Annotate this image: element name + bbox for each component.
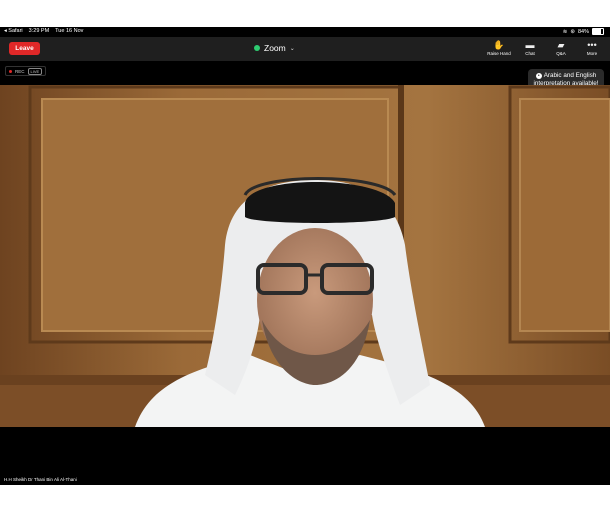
raise-hand-icon: ✋ [493,40,505,50]
meeting-toolbar: Leave Zoom ⌄ ✋ Raise Hand ▬ Chat ▰ Q&A •… [0,37,610,61]
wifi-icon: ≋ [562,28,568,35]
meeting-title[interactable]: Zoom ⌄ [254,43,295,53]
globe-icon: • [535,73,542,79]
back-to-safari-link[interactable]: ◂ Safari [4,28,23,34]
more-label: More [586,51,598,56]
app-title: Zoom [264,43,286,53]
recording-indicator[interactable]: REC LIVE [5,66,47,76]
raise-hand-label: Raise Hand [487,51,511,56]
ios-status-bar: ◂ Safari 3:29 PM Tue 16 Nov ≋ ⊛ 84% [0,27,610,37]
status-time: 3:29 PM [28,28,50,34]
leave-button[interactable]: Leave [9,42,40,55]
live-badge: LIVE [27,67,43,75]
raise-hand-button[interactable]: ✋ Raise Hand [482,40,516,60]
status-date: Tue 16 Nov [55,28,84,34]
encryption-shield-icon [254,45,260,51]
battery-percent: 84% [577,28,589,35]
tooltip-line-1: Arabic and English [543,72,597,79]
lock-rotation-icon: ⊛ [570,28,575,35]
qa-label: Q&A [556,51,566,56]
speaker-video [0,85,610,427]
speaker-name-label: H.H Sheikh Dr Thani Bin Ali Al-Thani [4,477,77,482]
record-dot-icon [9,69,12,73]
chevron-down-icon: ⌄ [289,45,295,52]
qa-button[interactable]: ▰ Q&A [544,40,578,60]
chat-icon: ▬ [525,40,535,50]
chat-button[interactable]: ▬ Chat [513,40,547,60]
battery-icon [592,28,604,35]
zoom-window: ◂ Safari 3:29 PM Tue 16 Nov ≋ ⊛ 84% Leav… [0,27,610,485]
chat-label: Chat [525,51,535,56]
qa-icon: ▰ [557,40,565,50]
video-frame [0,85,610,427]
more-button[interactable]: ••• More [575,40,609,60]
more-icon: ••• [587,40,597,50]
recording-bar: REC LIVE [0,61,610,85]
rec-label: REC [15,68,25,74]
